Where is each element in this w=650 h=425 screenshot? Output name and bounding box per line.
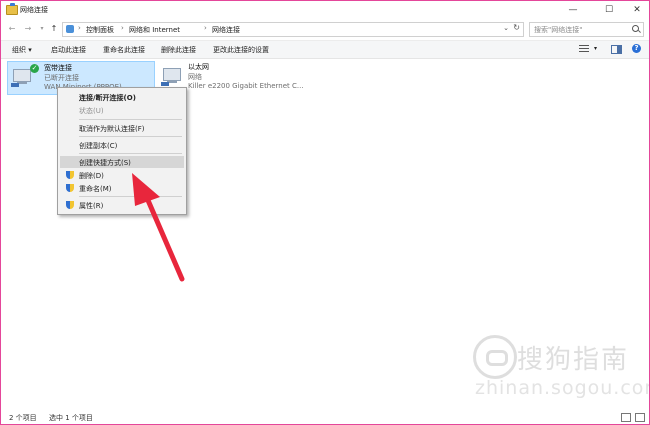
item-status: 已断开连接 [44,74,79,82]
watermark-url: zhinan.sogou.com [475,377,650,399]
breadcrumb-network-internet[interactable]: 网络和 Internet [129,25,180,35]
menu-item-label: 重命名(M) [79,185,112,193]
view-dropdown-icon[interactable]: ▾ [594,45,597,52]
menu-item-label: 删除(D) [79,172,104,180]
menu-separator [79,136,182,137]
menu-separator [79,119,182,120]
menu-item-status: 状态(U) [60,104,184,116]
menu-item-connect-disconnect[interactable]: 连接/断开连接(O) [60,91,184,103]
details-view-icon[interactable] [621,413,631,422]
menu-item-label: 连接/断开连接(O) [79,94,136,102]
menu-separator [79,153,182,154]
search-icon[interactable] [632,25,639,32]
menu-item-label: 属性(R) [79,202,104,210]
address-dropdown-icon[interactable]: ⌄ [503,24,509,32]
uac-shield-icon [66,184,74,192]
menu-separator [79,196,182,197]
uac-shield-icon [66,201,74,209]
forward-button[interactable]: → [23,23,33,35]
search-input[interactable]: 搜索"网络连接" [529,22,644,37]
item-name: 宽带连接 [44,64,72,72]
menu-item-label: 取消作为默认连接(F) [79,125,145,133]
breadcrumb-network-connections[interactable]: 网络连接 [212,25,240,35]
recent-dropdown-icon[interactable]: ▾ [37,23,47,35]
control-panel-icon [66,25,74,33]
sogou-logo-icon [473,335,517,379]
start-connection-button[interactable]: 启动此连接 [51,45,86,55]
network-adapter-icon [161,66,183,86]
breadcrumb-separator-icon[interactable]: › [121,24,124,32]
search-placeholder: 搜索"网络连接" [534,26,583,34]
checkmark-icon: ✓ [30,64,39,73]
close-button[interactable]: ✕ [625,1,649,19]
help-icon[interactable]: ? [632,44,641,53]
up-button[interactable]: ↑ [49,23,59,35]
menu-item-label: 创建快捷方式(S) [79,159,131,167]
menu-item-delete[interactable]: 删除(D) [60,169,184,181]
status-bar: 2 个项目 选中 1 个项目 [1,409,649,424]
breadcrumb-separator-icon[interactable]: › [78,24,81,32]
breadcrumb-separator-icon[interactable]: › [204,24,207,32]
folder-icon [6,3,18,15]
title-bar: 网络连接 — ☐ ✕ [1,1,649,19]
context-menu: 连接/断开连接(O) 状态(U) 取消作为默认连接(F) 创建副本(C) 创建快… [57,87,187,215]
maximize-button[interactable]: ☐ [597,1,621,19]
breadcrumb-control-panel[interactable]: 控制面板 [86,25,114,35]
explorer-window: 网络连接 — ☐ ✕ ← → ▾ ↑ › 控制面板 › 网络和 Internet… [0,0,650,425]
menu-item-label: 创建副本(C) [79,142,118,150]
refresh-icon[interactable]: ↻ [513,23,520,32]
item-device: Killer e2200 Gigabit Ethernet C... [188,82,304,90]
address-row: ← → ▾ ↑ › 控制面板 › 网络和 Internet › 网络连接 ⌄ ↻… [1,19,649,39]
organize-menu[interactable]: 组织 ▾ [12,45,32,55]
address-bar[interactable]: › 控制面板 › 网络和 Internet › 网络连接 ⌄ ↻ [62,22,524,37]
menu-item-create-copy[interactable]: 创建副本(C) [60,139,184,151]
back-button[interactable]: ← [7,23,17,35]
preview-pane-icon[interactable] [611,45,622,54]
item-status: 网络 [188,73,202,81]
minimize-button[interactable]: — [561,1,585,19]
view-options-icon[interactable] [579,45,589,53]
item-name: 以太网 [188,63,209,71]
delete-connection-button[interactable]: 删除此连接 [161,45,196,55]
selection-count: 选中 1 个项目 [49,414,93,422]
large-icons-view-icon[interactable] [635,413,645,422]
menu-item-label: 状态(U) [79,107,104,115]
command-bar: 组织 ▾ 启动此连接 重命名此连接 删除此连接 更改此连接的设置 ▾ ? [1,40,649,59]
uac-shield-icon [66,171,74,179]
menu-item-properties[interactable]: 属性(R) [60,199,184,211]
change-settings-button[interactable]: 更改此连接的设置 [213,45,269,55]
menu-item-cancel-default[interactable]: 取消作为默认连接(F) [60,122,184,134]
watermark-brand: 搜狗指南 [517,345,630,375]
rename-connection-button[interactable]: 重命名此连接 [103,45,145,55]
window-title: 网络连接 [20,6,48,14]
menu-item-create-shortcut[interactable]: 创建快捷方式(S) [60,156,184,168]
menu-item-rename[interactable]: 重命名(M) [60,182,184,194]
item-count: 2 个项目 [9,414,37,422]
